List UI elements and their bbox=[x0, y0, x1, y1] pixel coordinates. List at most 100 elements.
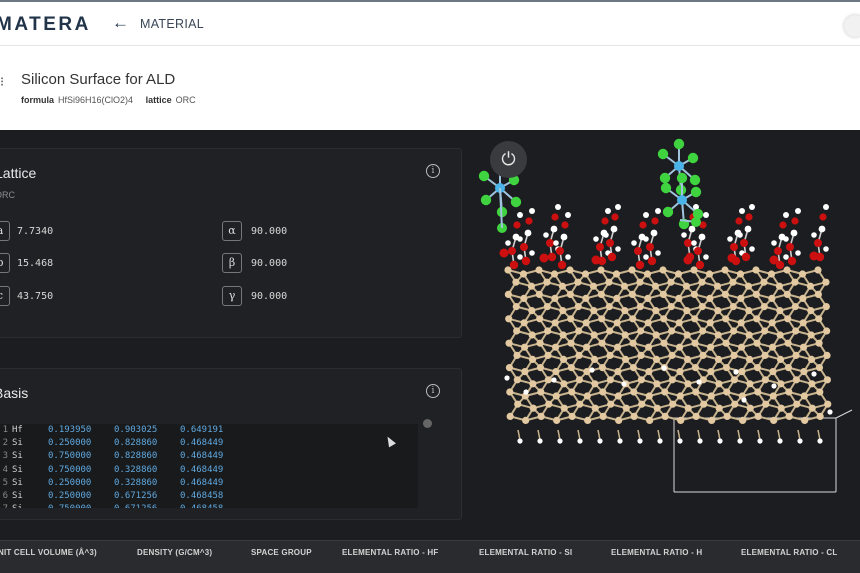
si-atom bbox=[659, 290, 667, 298]
basis-row: 3 Si 0.750000 0.828860 0.468449 bbox=[0, 450, 418, 463]
si-atom bbox=[737, 319, 745, 327]
si-atom bbox=[506, 412, 514, 420]
cl-atom bbox=[662, 206, 674, 218]
h-atom bbox=[560, 233, 568, 241]
theme-toggle[interactable] bbox=[844, 15, 860, 37]
h-atom bbox=[517, 438, 523, 444]
si-atom bbox=[807, 307, 815, 315]
scrollbar-handle[interactable] bbox=[423, 419, 432, 428]
si-atom bbox=[553, 416, 561, 424]
o-atom bbox=[814, 239, 822, 247]
si-atom bbox=[752, 290, 760, 298]
si-atom bbox=[598, 339, 606, 347]
si-atom bbox=[505, 364, 514, 372]
cell-edge bbox=[835, 409, 853, 419]
basis-cell-el: Si bbox=[12, 438, 23, 449]
o-atom bbox=[601, 217, 609, 225]
h-atom bbox=[517, 254, 523, 260]
si-atom bbox=[614, 368, 622, 376]
si-atom bbox=[590, 355, 599, 363]
si-atom bbox=[714, 355, 723, 363]
basis-cell-z: 0.649191 bbox=[180, 425, 224, 435]
si-atom bbox=[521, 368, 529, 376]
stat-ratio-hf: ELEMENTAL RATIO - HF bbox=[342, 548, 439, 557]
h-atom bbox=[637, 438, 643, 444]
si-atom bbox=[729, 278, 737, 286]
si-atom bbox=[543, 278, 551, 286]
formula-value: HfSi96H16(ClO2)4 bbox=[58, 95, 134, 105]
back-arrow-icon[interactable]: ← bbox=[112, 13, 129, 33]
o-atom bbox=[547, 252, 557, 262]
material-meta: formula HfSi96H16(ClO2)4 lattice ORC bbox=[21, 95, 196, 105]
basis-info-icon[interactable]: i bbox=[426, 384, 440, 398]
si-atom bbox=[799, 294, 807, 302]
param-alpha-symbol: α bbox=[222, 221, 242, 241]
h-atom bbox=[771, 240, 777, 246]
si-atom bbox=[682, 282, 691, 290]
material-header: ⁝ Silicon Surface for ALD formula HfSi96H… bbox=[0, 46, 860, 130]
si-atom bbox=[792, 351, 800, 359]
si-atom bbox=[815, 315, 823, 323]
si-atom bbox=[544, 376, 552, 384]
si-atom bbox=[644, 294, 652, 302]
h-atom bbox=[797, 438, 803, 444]
hf-atom bbox=[677, 195, 687, 205]
si-atom bbox=[621, 355, 630, 363]
si-atom bbox=[628, 266, 636, 274]
power-button[interactable]: ⏻ bbox=[490, 141, 527, 178]
si-atom bbox=[661, 388, 669, 396]
structure-viewer[interactable] bbox=[474, 130, 860, 540]
h-atom bbox=[517, 212, 523, 218]
si-atom bbox=[816, 412, 824, 420]
app-logo[interactable]: MATERA bbox=[0, 14, 91, 36]
h-atom bbox=[681, 232, 687, 238]
si-atom bbox=[684, 404, 692, 412]
h-atom bbox=[529, 208, 535, 214]
si-atom bbox=[591, 404, 599, 412]
o-atom bbox=[521, 256, 531, 266]
si-atom bbox=[691, 315, 699, 323]
o-atom bbox=[684, 239, 692, 247]
si-atom bbox=[761, 376, 769, 384]
si-atom bbox=[823, 327, 831, 335]
h-atom bbox=[593, 236, 599, 242]
h-atom bbox=[605, 208, 611, 214]
si-atom bbox=[785, 412, 793, 420]
si-atom bbox=[636, 278, 644, 286]
cl-atom bbox=[689, 174, 701, 186]
h-atom bbox=[650, 229, 658, 237]
h-atom bbox=[657, 438, 663, 444]
breadcrumb[interactable]: MATERIAL bbox=[140, 17, 204, 31]
basis-table[interactable]: 1 Hf 0.193950 0.903025 0.649191 2 Si 0.250000 0.… bbox=[0, 424, 418, 508]
si-atom bbox=[667, 303, 675, 311]
h-atom bbox=[823, 204, 829, 210]
lattice-info-icon[interactable]: i bbox=[426, 164, 440, 178]
si-atom bbox=[629, 339, 637, 347]
si-atom bbox=[637, 376, 645, 384]
param-a-symbol: a bbox=[0, 221, 10, 241]
si-atom bbox=[731, 400, 739, 408]
si-atom bbox=[652, 355, 661, 363]
basis-cell-el: Si bbox=[12, 464, 23, 475]
si-atom bbox=[715, 404, 723, 412]
si-atom bbox=[620, 282, 629, 290]
basis-cell-x: 0.750000 bbox=[48, 451, 92, 462]
si-atom bbox=[807, 331, 815, 339]
basis-cell-idx: 5 bbox=[2, 477, 8, 488]
si-atom bbox=[528, 355, 537, 363]
si-atom bbox=[754, 388, 762, 396]
lattice-subtitle: ORC bbox=[0, 190, 15, 200]
si-atom bbox=[708, 416, 716, 424]
si-atom bbox=[558, 282, 567, 290]
si-atom bbox=[768, 294, 776, 302]
si-atom bbox=[745, 355, 754, 363]
h-atom bbox=[795, 208, 801, 214]
si-atom bbox=[552, 368, 560, 376]
h-atom bbox=[589, 367, 595, 373]
si-atom bbox=[700, 400, 708, 408]
cl-atom bbox=[657, 148, 669, 160]
h-atom bbox=[811, 371, 817, 377]
si-atom bbox=[607, 400, 615, 408]
si-atom bbox=[560, 404, 568, 412]
o-atom bbox=[525, 217, 533, 225]
